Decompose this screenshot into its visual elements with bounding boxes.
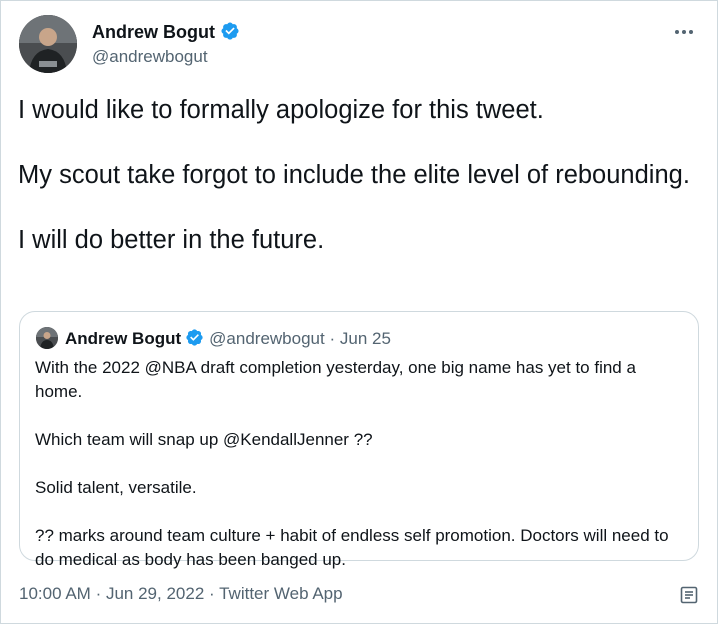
verified-badge-icon — [186, 329, 203, 346]
quoted-author-handle: @andrewbogut — [209, 329, 325, 348]
tweet-time[interactable]: 10:00 AM — [19, 584, 91, 603]
separator-dot: · — [329, 329, 336, 348]
separator-dot: · — [209, 584, 215, 603]
quoted-tweet-text: With the 2022 @NBA draft completion yest… — [35, 356, 687, 572]
author-avatar[interactable] — [19, 15, 77, 73]
quoted-tweet-header: Andrew Bogut @andrewbogut · Jun 25 — [65, 328, 391, 349]
quoted-author-avatar — [36, 327, 58, 349]
verified-badge-icon — [221, 22, 239, 40]
more-options-icon[interactable] — [674, 18, 694, 41]
tweet-source[interactable]: Twitter Web App — [219, 584, 342, 603]
tweet-paragraph: I will do better in the future. — [18, 226, 325, 254]
quoted-paragraph: Which team will snap up @KendallJenner ?… — [35, 430, 373, 449]
author-handle[interactable]: @andrewbogut — [92, 47, 208, 67]
tweet-paragraph: My scout take forgot to include the elit… — [18, 161, 690, 189]
quoted-author-name: Andrew Bogut — [65, 329, 182, 348]
quoted-paragraph: With the 2022 @NBA draft completion yest… — [35, 358, 636, 401]
separator-dot: · — [95, 584, 102, 603]
tweet-date[interactable]: Jun 29, 2022 — [106, 584, 204, 603]
author-name[interactable]: Andrew Bogut — [92, 21, 240, 43]
quoted-paragraph: ?? marks around team culture + habit of … — [35, 526, 669, 569]
tweet-paragraph: I would like to formally apologize for t… — [18, 96, 544, 124]
quoted-paragraph: Solid talent, versatile. — [35, 478, 197, 497]
quoted-tweet-date: Jun 25 — [339, 329, 391, 348]
tweet-metadata: 10:00 AM · Jun 29, 2022 · Twitter Web Ap… — [19, 584, 343, 604]
analytics-icon[interactable] — [679, 585, 699, 605]
tweet-text: I would like to formally apologize for t… — [18, 94, 698, 257]
quoted-tweet[interactable]: Andrew Bogut @andrewbogut · Jun 25 With t… — [19, 311, 699, 569]
